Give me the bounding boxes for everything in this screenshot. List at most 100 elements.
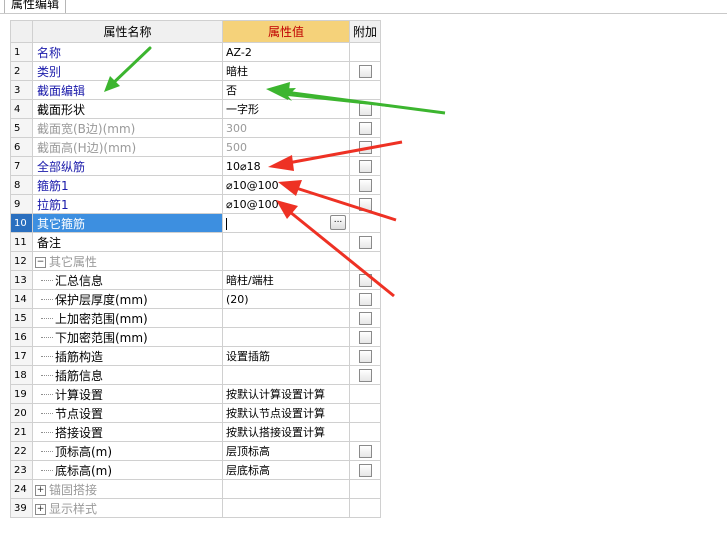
property-value-cell[interactable]: 按默认计算设置计算 (222, 384, 350, 404)
extra-cell[interactable] (349, 156, 381, 176)
extra-cell[interactable] (349, 232, 381, 252)
extra-cell[interactable] (349, 365, 381, 385)
property-name-cell[interactable]: 下加密范围(mm) (32, 327, 223, 347)
property-name-cell[interactable]: − 其它属性 (32, 251, 223, 271)
row-number[interactable]: 1 (10, 42, 33, 62)
property-name-cell[interactable]: + 显示样式 (32, 498, 223, 518)
property-name-cell[interactable]: 插筋构造 (32, 346, 223, 366)
property-name-cell[interactable]: 保护层厚度(mm) (32, 289, 223, 309)
row-number[interactable]: 20 (10, 403, 33, 423)
row-number[interactable]: 16 (10, 327, 33, 347)
property-row[interactable]: 23 底标高(m) 层底标高 (10, 460, 381, 480)
row-number[interactable]: 21 (10, 422, 33, 442)
extra-checkbox[interactable] (358, 463, 372, 477)
extra-checkbox[interactable] (358, 330, 372, 344)
row-number[interactable]: 8 (10, 175, 33, 195)
column-header-extra[interactable]: 附加 (349, 20, 381, 43)
property-row[interactable]: 6 截面高(H边)(mm) 500 (10, 137, 381, 157)
extra-checkbox[interactable] (358, 349, 372, 363)
extra-checkbox[interactable] (358, 444, 372, 458)
property-row[interactable]: 1 名称 AZ-2 (10, 42, 381, 62)
row-number[interactable]: 23 (10, 460, 33, 480)
property-row[interactable]: 24 + 锚固搭接 (10, 479, 381, 499)
column-header-name[interactable]: 属性名称 (32, 20, 223, 43)
property-row[interactable]: 18 插筋信息 (10, 365, 381, 385)
property-value-cell[interactable] (222, 251, 350, 271)
extra-cell[interactable] (349, 118, 381, 138)
property-value-cell[interactable] (222, 327, 350, 347)
extra-cell[interactable] (349, 346, 381, 366)
property-name-cell[interactable]: 汇总信息 (32, 270, 223, 290)
property-value-cell[interactable]: 10⌀18 (222, 156, 350, 176)
property-value-cell[interactable]: 暗柱/端柱 (222, 270, 350, 290)
extra-checkbox[interactable] (358, 273, 372, 287)
extra-cell[interactable] (349, 308, 381, 328)
extra-cell[interactable] (349, 460, 381, 480)
property-name-cell[interactable]: 插筋信息 (32, 365, 223, 385)
extra-cell[interactable] (349, 441, 381, 461)
extra-checkbox[interactable] (358, 140, 372, 154)
property-row[interactable]: 4 截面形状 一字形 (10, 99, 381, 119)
extra-cell[interactable] (349, 289, 381, 309)
property-name-cell[interactable]: 截面高(H边)(mm) (32, 137, 223, 157)
property-value-cell[interactable]: ⌀10@100 (222, 194, 350, 214)
property-name-cell[interactable]: 截面宽(B边)(mm) (32, 118, 223, 138)
ellipsis-button-icon[interactable]: ... (330, 215, 346, 230)
property-name-cell[interactable]: 顶标高(m) (32, 441, 223, 461)
property-name-cell[interactable]: 节点设置 (32, 403, 223, 423)
row-number[interactable]: 15 (10, 308, 33, 328)
extra-checkbox[interactable] (358, 311, 372, 325)
extra-checkbox[interactable] (358, 368, 372, 382)
property-value-cell[interactable]: (20) (222, 289, 350, 309)
property-value-cell[interactable]: ⌀10@100 (222, 175, 350, 195)
property-name-cell[interactable]: + 锚固搭接 (32, 479, 223, 499)
row-number[interactable]: 12 (10, 251, 33, 271)
property-name-cell[interactable]: 搭接设置 (32, 422, 223, 442)
property-row[interactable]: 14 保护层厚度(mm) (20) (10, 289, 381, 309)
expand-plus-icon[interactable]: + (35, 484, 46, 496)
tab-property-editor[interactable]: 属性编辑 (4, 0, 67, 13)
property-row[interactable]: 8 箍筋1 ⌀10@100 (10, 175, 381, 195)
extra-checkbox[interactable] (358, 178, 372, 192)
property-name-cell[interactable]: 全部纵筋 (32, 156, 223, 176)
property-value-cell[interactable] (222, 498, 350, 518)
row-number[interactable]: 10 (10, 213, 33, 233)
property-name-cell[interactable]: 其它箍筋 (32, 213, 223, 233)
extra-checkbox[interactable] (358, 197, 372, 211)
extra-cell[interactable] (349, 61, 381, 81)
extra-cell[interactable] (349, 270, 381, 290)
row-number[interactable]: 3 (10, 80, 33, 100)
extra-checkbox[interactable] (358, 292, 372, 306)
extra-cell[interactable] (349, 137, 381, 157)
row-number[interactable]: 39 (10, 498, 33, 518)
property-value-cell[interactable]: ... (222, 213, 350, 233)
property-value-cell[interactable]: 暗柱 (222, 61, 350, 81)
row-number[interactable]: 9 (10, 194, 33, 214)
property-row[interactable]: 21 搭接设置 按默认搭接设置计算 (10, 422, 381, 442)
property-row[interactable]: 20 节点设置 按默认节点设置计算 (10, 403, 381, 423)
property-value-cell[interactable]: 500 (222, 137, 350, 157)
row-number[interactable]: 11 (10, 232, 33, 252)
extra-cell[interactable] (349, 327, 381, 347)
property-value-cell[interactable]: AZ-2 (222, 42, 350, 62)
property-row[interactable]: 19 计算设置 按默认计算设置计算 (10, 384, 381, 404)
row-number[interactable]: 18 (10, 365, 33, 385)
extra-cell[interactable] (349, 99, 381, 119)
column-header-value[interactable]: 属性值 (222, 20, 350, 43)
property-value-cell[interactable]: 300 (222, 118, 350, 138)
property-value-cell[interactable]: 设置插筋 (222, 346, 350, 366)
row-number[interactable]: 7 (10, 156, 33, 176)
extra-checkbox[interactable] (358, 102, 372, 116)
property-name-cell[interactable]: 类别 (32, 61, 223, 81)
property-row[interactable]: 11 备注 (10, 232, 381, 252)
property-row[interactable]: 15 上加密范围(mm) (10, 308, 381, 328)
property-row[interactable]: 13 汇总信息 暗柱/端柱 (10, 270, 381, 290)
property-value-cell[interactable]: 层顶标高 (222, 441, 350, 461)
property-value-cell[interactable] (222, 365, 350, 385)
row-number[interactable]: 4 (10, 99, 33, 119)
row-number[interactable]: 13 (10, 270, 33, 290)
property-row[interactable]: 39 + 显示样式 (10, 498, 381, 518)
property-name-cell[interactable]: 名称 (32, 42, 223, 62)
property-name-cell[interactable]: 计算设置 (32, 384, 223, 404)
property-value-cell[interactable]: 按默认搭接设置计算 (222, 422, 350, 442)
